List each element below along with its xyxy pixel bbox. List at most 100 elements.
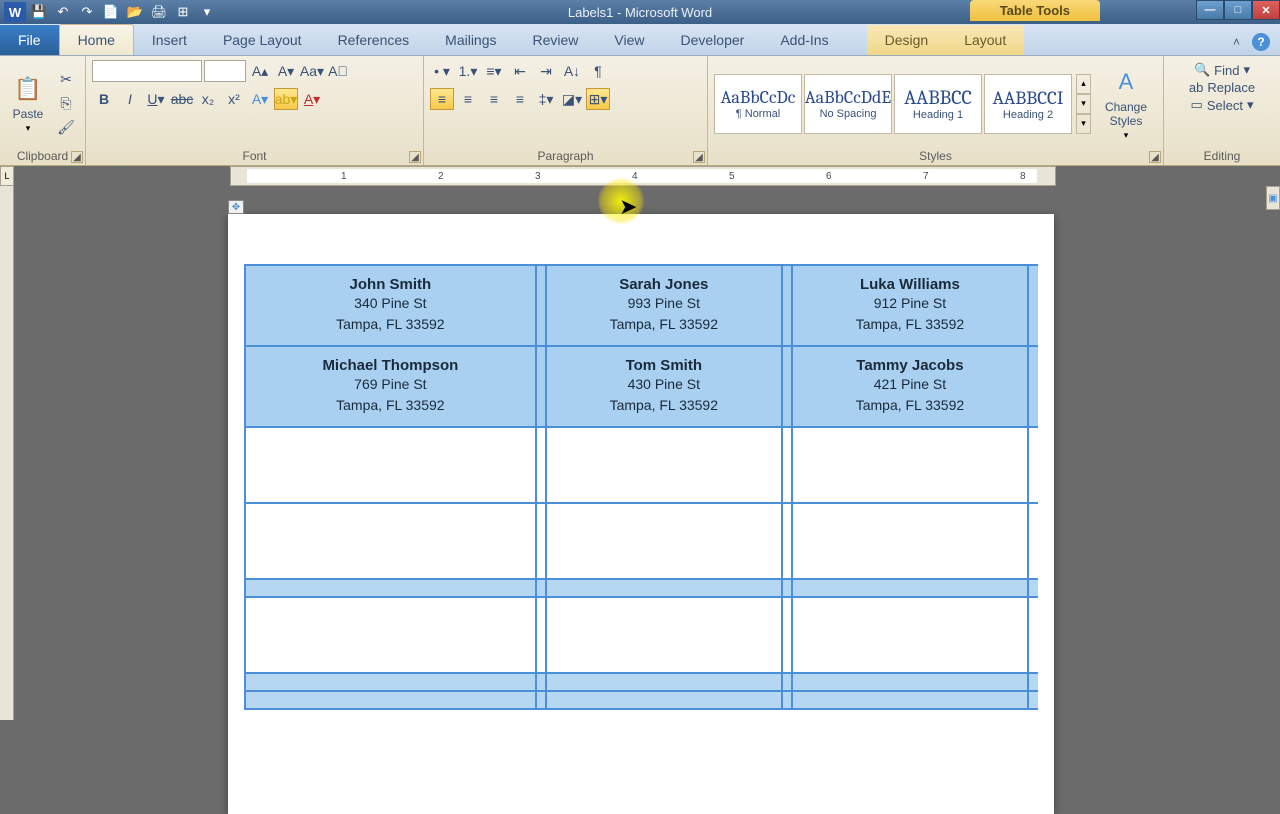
clipboard-dialog-icon[interactable]: ◢ (71, 151, 83, 163)
multilevel-icon[interactable]: ≡▾ (482, 60, 506, 82)
table-icon[interactable]: ⊞ (172, 2, 194, 22)
align-left-button[interactable]: ≡ (430, 88, 454, 110)
tab-layout[interactable]: Layout (946, 25, 1024, 55)
paste-button[interactable]: 📋 Paste ▾ (6, 71, 50, 136)
tab-insert[interactable]: Insert (134, 25, 205, 55)
collapse-ribbon-icon[interactable]: ˄ (1233, 35, 1240, 49)
table-move-handle[interactable]: ✥ (228, 200, 244, 214)
qat-more-icon[interactable]: ▾ (196, 2, 218, 22)
font-size-input[interactable] (204, 60, 246, 82)
subscript-button[interactable]: x₂ (196, 88, 220, 110)
shading-icon[interactable]: ◪▾ (560, 88, 584, 110)
style-normal[interactable]: AaBbCcDc ¶ Normal (714, 74, 802, 134)
redo-icon[interactable]: ↷ (76, 2, 98, 22)
style-gallery: AaBbCcDc ¶ Normal AaBbCcDdE No Spacing A… (714, 74, 1072, 134)
new-doc-icon[interactable]: 📄 (100, 2, 122, 22)
replace-button[interactable]: abReplace (1189, 80, 1255, 95)
label-cell[interactable]: John Smith 340 Pine St Tampa, FL 33592 (245, 265, 536, 346)
highlight-icon[interactable]: ab▾ (274, 88, 298, 110)
change-case-icon[interactable]: Aa▾ (300, 60, 324, 82)
label-cell[interactable]: Luka Williams 912 Pine St Tampa, FL 3359… (792, 265, 1028, 346)
tab-selector[interactable]: L (0, 166, 14, 186)
select-icon: ▭ (1191, 97, 1203, 113)
label-cell[interactable] (792, 503, 1028, 579)
format-painter-icon[interactable]: 🖌 (54, 117, 78, 139)
document-page[interactable]: ✥ John Smith 340 Pine St Tampa, FL 33592… (228, 214, 1054, 814)
label-cell[interactable]: Sarah Jones 993 Pine St Tampa, FL 33592 (546, 265, 782, 346)
tab-home[interactable]: Home (59, 24, 134, 55)
select-button[interactable]: ▭Select ▾ (1191, 97, 1254, 113)
sort-icon[interactable]: A↓ (560, 60, 584, 82)
align-right-button[interactable]: ≡ (482, 88, 506, 110)
numbering-icon[interactable]: 1.▾ (456, 60, 480, 82)
labels-table[interactable]: John Smith 340 Pine St Tampa, FL 33592Sa… (244, 264, 1038, 710)
underline-button[interactable]: U▾ (144, 88, 168, 110)
label-gap (536, 503, 546, 579)
font-dialog-icon[interactable]: ◢ (409, 151, 421, 163)
tab-review[interactable]: Review (515, 25, 597, 55)
copy-icon[interactable]: ⎘ (54, 93, 78, 115)
label-cell[interactable] (245, 503, 536, 579)
show-marks-icon[interactable]: ¶ (586, 60, 610, 82)
style-heading1[interactable]: AABBCC Heading 1 (894, 74, 982, 134)
text-effects-icon[interactable]: A▾ (248, 88, 272, 110)
strikethrough-button[interactable]: abc (170, 88, 194, 110)
style-heading2[interactable]: AABBCCI Heading 2 (984, 74, 1072, 134)
save-icon[interactable]: 💾 (28, 2, 50, 22)
ruler-toggle-icon[interactable]: ▣ (1266, 186, 1280, 210)
horizontal-ruler[interactable]: 1 2 3 4 5 6 7 8 (230, 166, 1056, 186)
tab-references[interactable]: References (320, 25, 428, 55)
bold-button[interactable]: B (92, 88, 116, 110)
cut-icon[interactable]: ✂ (54, 69, 78, 91)
tab-page-layout[interactable]: Page Layout (205, 25, 320, 55)
bullets-icon[interactable]: • ▾ (430, 60, 454, 82)
label-cell[interactable] (792, 427, 1028, 503)
tab-addins[interactable]: Add-Ins (762, 25, 846, 55)
tab-developer[interactable]: Developer (663, 25, 763, 55)
label-cell[interactable] (546, 427, 782, 503)
close-button[interactable]: ✕ (1252, 0, 1280, 20)
label-cell[interactable]: Tom Smith 430 Pine St Tampa, FL 33592 (546, 346, 782, 427)
increase-indent-icon[interactable]: ⇥ (534, 60, 558, 82)
label-cell[interactable] (792, 597, 1028, 673)
tab-design[interactable]: Design (867, 25, 947, 55)
label-cell[interactable]: Michael Thompson 769 Pine St Tampa, FL 3… (245, 346, 536, 427)
label-cell[interactable] (245, 427, 536, 503)
style-down-icon[interactable]: ▾ (1076, 94, 1091, 114)
label-street: 340 Pine St (250, 293, 531, 314)
find-button[interactable]: 🔍Find ▾ (1194, 62, 1250, 78)
undo-icon[interactable]: ↶ (52, 2, 74, 22)
label-cell[interactable] (546, 597, 782, 673)
superscript-button[interactable]: x² (222, 88, 246, 110)
styles-dialog-icon[interactable]: ◢ (1149, 151, 1161, 163)
italic-button[interactable]: I (118, 88, 142, 110)
justify-button[interactable]: ≡ (508, 88, 532, 110)
change-styles-button[interactable]: A Change Styles ▾ (1095, 64, 1157, 143)
minimize-button[interactable]: — (1196, 0, 1224, 20)
tab-mailings[interactable]: Mailings (427, 25, 514, 55)
clear-formatting-icon[interactable]: A⃠ (326, 60, 350, 82)
grow-font-icon[interactable]: A▴ (248, 60, 272, 82)
label-cell[interactable] (546, 503, 782, 579)
label-cell[interactable]: Tammy Jacobs 421 Pine St Tampa, FL 33592 (792, 346, 1028, 427)
style-no-spacing[interactable]: AaBbCcDdE No Spacing (804, 74, 892, 134)
help-icon[interactable]: ? (1252, 33, 1270, 51)
print-icon[interactable]: 🖨 (148, 2, 170, 22)
selection-strip (1028, 673, 1038, 691)
font-color-icon[interactable]: A▾ (300, 88, 324, 110)
line-spacing-icon[interactable]: ‡▾ (534, 88, 558, 110)
style-more-icon[interactable]: ▾ (1076, 114, 1091, 134)
label-cell[interactable] (245, 597, 536, 673)
align-center-button[interactable]: ≡ (456, 88, 480, 110)
font-name-input[interactable] (92, 60, 202, 82)
decrease-indent-icon[interactable]: ⇤ (508, 60, 532, 82)
tab-view[interactable]: View (596, 25, 662, 55)
borders-icon[interactable]: ⊞▾ (586, 88, 610, 110)
open-icon[interactable]: 📂 (124, 2, 146, 22)
maximize-button[interactable]: □ (1224, 0, 1252, 20)
tab-file[interactable]: File (0, 25, 59, 55)
vertical-ruler[interactable]: L (0, 186, 14, 720)
paragraph-dialog-icon[interactable]: ◢ (693, 151, 705, 163)
style-up-icon[interactable]: ▴ (1076, 74, 1091, 94)
shrink-font-icon[interactable]: A▾ (274, 60, 298, 82)
